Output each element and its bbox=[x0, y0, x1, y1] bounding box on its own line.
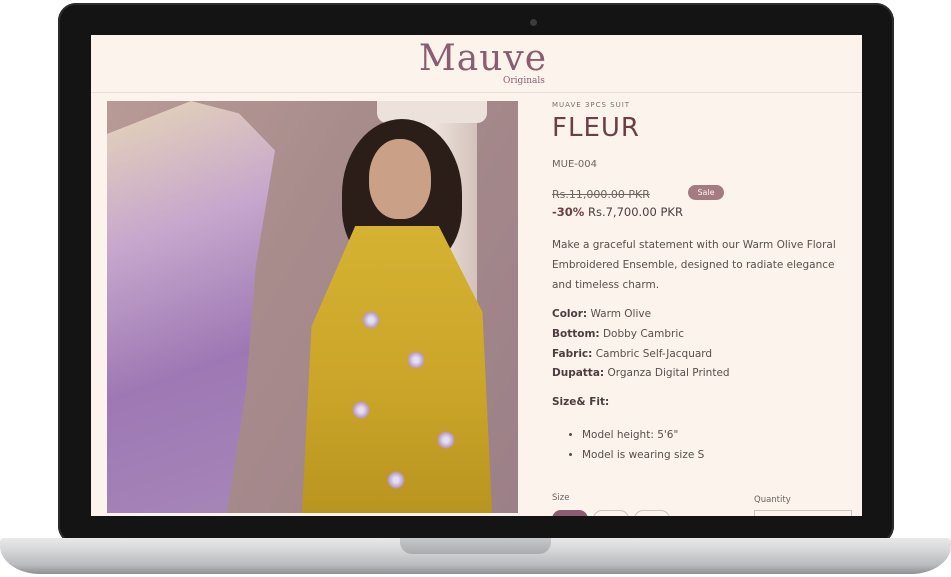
brand-logo-subtitle: Originals bbox=[503, 76, 545, 86]
size-label: Size bbox=[552, 493, 570, 503]
size-fit-heading: Size& Fit: bbox=[552, 396, 610, 408]
embroidery-motif bbox=[352, 401, 370, 419]
sale-badge: Sale bbox=[688, 185, 724, 200]
list-item: Model height: 5'6" bbox=[582, 425, 704, 445]
size-option[interactable] bbox=[593, 510, 629, 516]
site-header: Mauve Originals bbox=[91, 35, 862, 93]
spec-color: Color: Warm Olive bbox=[552, 305, 842, 325]
embroidery-motif bbox=[407, 351, 425, 369]
discount-percent: -30% bbox=[552, 205, 585, 219]
browser-screen: Mauve Originals MUAVE 3PCS SUIT FLEUR MU… bbox=[91, 35, 862, 516]
quantity-label: Quantity bbox=[754, 495, 791, 505]
list-item: Model is wearing size S bbox=[582, 445, 704, 465]
spec-dupatta: Dupatta: Organza Digital Printed bbox=[552, 364, 842, 384]
original-price: Rs.11,000.00 PKR bbox=[552, 188, 650, 201]
size-fit-list: Model height: 5'6" Model is wearing size… bbox=[566, 425, 704, 465]
price-row: -30% Rs.7,700.00 PKR bbox=[552, 205, 683, 219]
quantity-stepper[interactable] bbox=[754, 510, 852, 516]
spec-label: Bottom: bbox=[552, 327, 600, 340]
laptop-notch bbox=[400, 538, 551, 554]
size-option-selected[interactable] bbox=[552, 510, 588, 516]
camera-icon bbox=[530, 19, 537, 26]
current-price: Rs.7,700.00 PKR bbox=[587, 205, 683, 219]
spec-fabric: Fabric: Cambric Self-Jacquard bbox=[552, 345, 842, 365]
spec-label: Fabric: bbox=[552, 347, 593, 360]
model-face bbox=[369, 139, 431, 219]
spec-value: Dobby Cambric bbox=[602, 327, 685, 340]
spec-value: Organza Digital Printed bbox=[607, 367, 730, 380]
product-vendor: MUAVE 3PCS SUIT bbox=[552, 101, 631, 109]
spec-label: Color: bbox=[552, 308, 588, 320]
product-title: FLEUR bbox=[552, 113, 640, 143]
size-option[interactable] bbox=[634, 510, 670, 516]
embroidery-motif bbox=[387, 471, 405, 489]
product-image[interactable] bbox=[107, 101, 518, 513]
spec-bottom: Bottom: Dobby Cambric bbox=[552, 325, 842, 345]
spec-list: Color: Warm Olive Bottom: Dobby Cambric … bbox=[552, 305, 842, 384]
spec-value: Cambric Self-Jacquard bbox=[595, 347, 713, 360]
spec-value: Warm Olive bbox=[590, 308, 652, 320]
embroidery-motif bbox=[362, 311, 380, 329]
embroidery-motif bbox=[437, 431, 455, 449]
product-description: Make a graceful statement with our Warm … bbox=[552, 239, 836, 291]
spec-label: Dupatta: bbox=[552, 367, 605, 380]
brand-logo[interactable]: Mauve bbox=[413, 37, 553, 81]
product-sku: MUE-004 bbox=[552, 159, 597, 170]
